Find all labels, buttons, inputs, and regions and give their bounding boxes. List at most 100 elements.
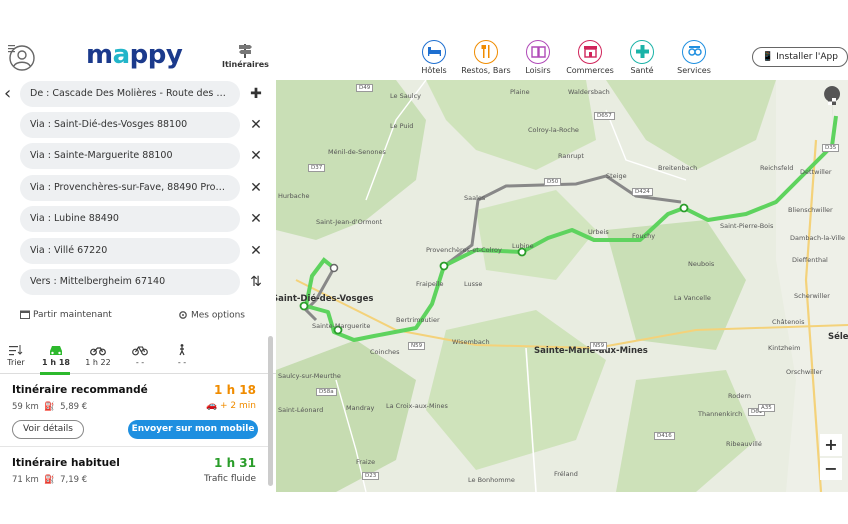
category-label: Loisirs	[525, 66, 551, 75]
road-tag: D23	[362, 472, 380, 480]
map-label: Waldersbach	[568, 88, 610, 96]
back-arrow-icon[interactable]: ‹	[4, 84, 18, 104]
map-label: Saint-Léonard	[278, 406, 324, 414]
category-leisure[interactable]: Loisirs	[510, 40, 566, 75]
category-shops[interactable]: Commerces	[562, 40, 618, 75]
services-icon	[682, 40, 706, 64]
map-label: La Croix-aux-Mines	[386, 402, 448, 410]
remove-via-icon[interactable]: ✕	[248, 180, 264, 196]
send-to-mobile-button[interactable]: Envoyer sur mon mobile	[128, 420, 258, 439]
mode-moto[interactable]: 1 h 22	[78, 344, 118, 367]
panel-header: mappy Itinéraires	[0, 0, 276, 80]
road-tag: D35	[822, 144, 840, 152]
route-cost: 5,89 €	[60, 402, 88, 412]
map-label: Le Bonhomme	[468, 476, 515, 484]
traffic-delay: 🚗 + 2 min	[205, 401, 256, 411]
map-label: Fréland	[554, 470, 578, 478]
category-restaurants[interactable]: Restos, Bars	[458, 40, 514, 75]
via-field[interactable]: Via : Lubine 88490	[20, 206, 240, 232]
map-label: Lubine	[512, 242, 534, 250]
zoom-out-button[interactable]: −	[820, 458, 842, 480]
map-label: Saint-Dié-des-Vosges	[276, 294, 374, 304]
map-canvas[interactable]	[276, 80, 848, 492]
from-field[interactable]: De : Cascade Des Molières - Route des Mo…	[20, 81, 240, 107]
moto-time: 1 h 22	[85, 358, 111, 367]
car-traffic-icon: 🚗	[205, 401, 221, 411]
bike-time: - -	[135, 358, 145, 367]
fuel-icon: ⛽	[41, 402, 58, 412]
remove-via-icon[interactable]: ✕	[248, 243, 264, 259]
book-icon	[526, 40, 550, 64]
swap-icon[interactable]: ⇅	[248, 274, 264, 290]
mode-bike[interactable]: - -	[120, 344, 160, 367]
gear-icon	[179, 311, 187, 319]
pedestrian-icon	[179, 344, 185, 356]
road-tag: N59	[408, 342, 426, 350]
bed-icon	[422, 40, 446, 64]
add-step-icon[interactable]: ✚	[248, 86, 264, 102]
remove-via-icon[interactable]: ✕	[248, 117, 264, 133]
car-time: 1 h 18	[42, 358, 70, 367]
cutlery-icon	[474, 40, 498, 64]
motorcycle-icon	[90, 347, 106, 356]
itinerary-panel: mappy Itinéraires ‹ De : Cascade Des Mol…	[0, 0, 276, 492]
user-avatar-icon[interactable]	[6, 42, 36, 72]
install-app-label: Installer l'App	[776, 52, 838, 62]
zoom-in-button[interactable]: +	[820, 434, 842, 456]
mode-walk[interactable]: - -	[162, 344, 202, 367]
via-field[interactable]: Via : Saint-Dié-des-Vosges 88100	[20, 112, 240, 138]
category-label: Santé	[630, 66, 654, 75]
map-label: Plaine	[510, 88, 530, 96]
route-name: Itinéraire habituel	[12, 457, 120, 469]
route-distance: 59 km	[12, 402, 39, 412]
via-field[interactable]: Via : Sainte-Marguerite 88100	[20, 143, 240, 169]
via-field[interactable]: Via : Villé 67220	[20, 238, 240, 264]
map-label: Séle	[828, 332, 848, 342]
map-label: Le Saulcy	[390, 92, 422, 100]
route-time: 1 h 31	[214, 456, 256, 470]
map-label: Dieffenthal	[792, 256, 828, 264]
route-card-usual[interactable]: Itinéraire habituel 71 km ⛽ 7,19 € 1 h 3…	[0, 450, 268, 492]
map-label: Thannenkirch	[698, 410, 743, 418]
view-details-button[interactable]: Voir détails	[12, 420, 84, 439]
road-tag: D49	[356, 84, 374, 92]
install-app-button[interactable]: 📱 Installer l'App	[752, 47, 848, 67]
category-bar: Hôtels Restos, Bars Loisirs Commerces Sa…	[276, 0, 848, 80]
map-label: Neubois	[688, 260, 715, 268]
my-options[interactable]: Mes options	[178, 310, 245, 321]
category-hotels[interactable]: Hôtels	[406, 40, 462, 75]
depart-now-option[interactable]: Partir maintenant	[20, 310, 112, 320]
road-tag: D58a	[316, 388, 337, 396]
map-label: Le Puid	[390, 122, 414, 130]
map-label: Fraize	[356, 458, 376, 466]
itineraries-label: Itinéraires	[222, 60, 269, 69]
route-meta: 71 km ⛽ 7,19 €	[12, 475, 87, 485]
map-label: Bertrimoutier	[396, 316, 440, 324]
category-health[interactable]: Santé	[614, 40, 670, 75]
category-services[interactable]: Services	[666, 40, 722, 75]
map-label: Rodern	[728, 392, 752, 400]
to-field[interactable]: Vers : Mittelbergheim 67140	[20, 269, 240, 295]
map-label: La Vancelle	[674, 294, 711, 302]
map-label: Lusse	[464, 280, 483, 288]
depart-now-label: Partir maintenant	[33, 310, 112, 320]
route-distance: 71 km	[12, 475, 39, 485]
route-card-recommended[interactable]: Itinéraire recommandé 59 km ⛽ 5,89 € 1 h…	[0, 377, 268, 447]
map-label: Mandray	[346, 404, 375, 412]
walk-time: - -	[177, 358, 187, 367]
mappy-logo[interactable]: mappy	[86, 40, 183, 70]
map-label: Dambach-la-Ville	[790, 234, 845, 242]
road-tag: N59	[590, 342, 608, 350]
map-label: Steige	[606, 172, 627, 180]
mode-car[interactable]: 1 h 18	[36, 344, 76, 367]
itineraries-button[interactable]: Itinéraires	[222, 42, 269, 76]
panel-scrollbar[interactable]	[268, 336, 273, 486]
map-view[interactable]: Saint-Dié-des-Vosges Sainte-Marie-aux-Mi…	[276, 80, 848, 492]
sort-button[interactable]: Trier	[0, 344, 36, 367]
route-name: Itinéraire recommandé	[12, 384, 148, 396]
remove-via-icon[interactable]: ✕	[248, 211, 264, 227]
via-field[interactable]: Via : Provenchères-sur-Fave, 88490 Prove…	[20, 175, 240, 201]
map-label: Colroy-la-Roche	[528, 126, 579, 134]
remove-via-icon[interactable]: ✕	[248, 148, 264, 164]
map-label: Wisembach	[452, 338, 490, 346]
